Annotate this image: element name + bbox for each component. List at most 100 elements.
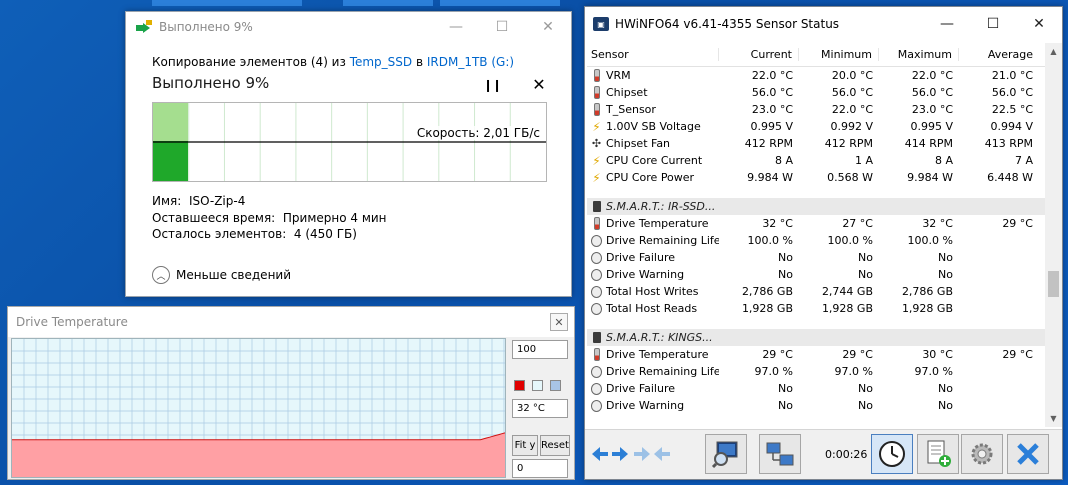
voltage-bolt-icon: ⚡ (592, 154, 601, 167)
table-row[interactable]: Drive Failure No No No (587, 380, 1047, 397)
sensor-current-value: 97.0 % (754, 365, 793, 378)
sensor-current-value: 22.0 °C (751, 69, 793, 82)
hwinfo-titlebar[interactable]: ▣ HWiNFO64 v6.41-4355 Sensor Status — ☐ … (585, 7, 1062, 41)
scroll-down-icon[interactable]: ▼ (1045, 410, 1062, 427)
table-row[interactable]: Drive Temperature 29 °C 29 °C 30 °C 29 °C (587, 346, 1047, 363)
graph-max-value[interactable]: 100 (512, 340, 568, 359)
sensor-min-value: No (858, 382, 873, 395)
table-row[interactable]: Drive Failure No No No (587, 249, 1047, 266)
sensor-current-value: No (778, 268, 793, 281)
sensor-name: Total Host Reads (606, 302, 698, 315)
sensor-scrollbar[interactable]: ▲ ▼ (1045, 43, 1062, 427)
copy-dialog-titlebar[interactable]: Выполнено 9% — ☐ ✕ (126, 12, 571, 42)
less-details-toggle[interactable]: ︿ Меньше сведений (152, 266, 291, 284)
pause-button[interactable]: ❙❙ (482, 76, 502, 94)
background-color-swatch[interactable] (532, 380, 543, 391)
sensor-avg-value: 6.448 W (987, 171, 1033, 184)
table-row[interactable]: ✣ Chipset Fan 412 RPM 412 RPM 414 RPM 413 RPM (587, 135, 1047, 152)
taskbar-button[interactable] (343, 0, 433, 6)
source-link[interactable]: Temp_SSD (350, 55, 412, 69)
fit-y-button[interactable]: Fit y (512, 435, 538, 456)
table-row[interactable]: Drive Remaining Life 97.0 % 97.0 % 97.0 % (587, 363, 1047, 380)
sensor-min-value: 100.0 % (827, 234, 873, 247)
temp-window-titlebar[interactable]: Drive Temperature ✕ (8, 307, 574, 337)
table-row[interactable]: VRM 22.0 °C 20.0 °C 22.0 °C 21.0 °C (587, 67, 1047, 84)
temp-close-button[interactable]: ✕ (550, 313, 568, 331)
line-color-swatch[interactable] (514, 380, 525, 391)
status-circle-icon (591, 251, 602, 264)
table-row[interactable]: ⚡ 1.00V SB Voltage 0.995 V 0.992 V 0.995 V 0.… (587, 118, 1047, 135)
reset-button[interactable]: Reset (540, 435, 570, 456)
column-header-maximum[interactable]: Maximum (879, 48, 959, 61)
graph-min-value[interactable]: 0 (512, 459, 568, 478)
sensor-name-cell: Drive Failure (587, 382, 719, 395)
sensor-name-cell: Chipset (587, 86, 719, 99)
table-row[interactable]: Chipset 56.0 °C 56.0 °C 56.0 °C 56.0 °C (587, 84, 1047, 101)
sensor-group-row[interactable]: S.M.A.R.T.: IR-SSD... (587, 198, 1047, 215)
network-button[interactable] (759, 434, 801, 474)
copy-prefix: Копирование элементов (4) из (152, 55, 350, 69)
taskbar-button[interactable] (152, 0, 302, 6)
less-details-label: Меньше сведений (176, 268, 292, 282)
grid-color-swatch[interactable] (550, 380, 561, 391)
destination-link[interactable]: IRDM_1TB (G:) (427, 55, 514, 69)
sensor-max-value: No (938, 251, 953, 264)
settings-button[interactable] (961, 434, 1003, 474)
thermometer-icon (591, 348, 602, 361)
graph-current-value: 32 °C (512, 399, 568, 418)
hwinfo-toolbar: 0:00:26 (585, 429, 1062, 479)
status-circle-icon (591, 268, 602, 281)
sensor-name: S.M.A.R.T.: IR-SSD... (606, 200, 716, 213)
sensor-group-row[interactable]: S.M.A.R.T.: KINGS... (587, 329, 1047, 346)
status-circle-icon (591, 302, 602, 315)
collapse-button[interactable] (589, 434, 631, 474)
table-row[interactable]: Drive Warning No No No (587, 266, 1047, 283)
sensor-min-value: 0.992 V (830, 120, 873, 133)
voltage-bolt-icon: ⚡ (592, 171, 601, 184)
sensor-name-cell: S.M.A.R.T.: IR-SSD... (587, 200, 719, 213)
sensor-min-value: No (858, 251, 873, 264)
sensor-max-value: 9.984 W (907, 171, 953, 184)
magnifier-monitor-icon (711, 441, 738, 469)
copy-details: Имя: ISO-Zip-4 Оставшееся время: Примерн… (152, 193, 387, 243)
table-row[interactable]: ⚡ CPU Core Power 9.984 W 0.568 W 9.984 W 6.44… (587, 169, 1047, 186)
report-button[interactable] (917, 434, 959, 474)
close-button[interactable]: ✕ (1016, 7, 1062, 41)
scroll-thumb[interactable] (1048, 271, 1059, 297)
minimize-button[interactable]: — (924, 7, 970, 41)
maximize-button[interactable]: ☐ (970, 7, 1016, 41)
close-sensors-button[interactable] (1007, 434, 1049, 474)
table-row[interactable]: Drive Temperature 32 °C 27 °C 32 °C 29 °C (587, 215, 1047, 232)
sensor-min-value: 2,744 GB (821, 285, 873, 298)
close-icon: ✕ (542, 19, 554, 35)
column-header-minimum[interactable]: Minimum (799, 48, 879, 61)
maximize-button[interactable]: ☐ (479, 12, 525, 42)
taskbar-button[interactable] (440, 0, 560, 6)
close-button[interactable]: ✕ (525, 12, 571, 42)
main-window-button[interactable] (705, 434, 747, 474)
sensor-current-value: 1,928 GB (741, 302, 793, 315)
minimize-button[interactable]: — (433, 12, 479, 42)
copy-app-icon (136, 20, 152, 33)
close-icon: ✕ (1033, 16, 1045, 32)
sensor-name-cell: S.M.A.R.T.: KINGS... (587, 331, 719, 344)
table-row[interactable]: Total Host Reads 1,928 GB 1,928 GB 1,928 GB (587, 300, 1047, 317)
hwinfo-sensor-window: ▣ HWiNFO64 v6.41-4355 Sensor Status — ☐ … (584, 6, 1063, 480)
cancel-copy-button[interactable]: ✕ (529, 74, 549, 94)
table-row[interactable]: Drive Warning No No No (587, 397, 1047, 414)
expand-button[interactable] (631, 434, 673, 474)
table-row[interactable]: Drive Remaining Life 100.0 % 100.0 % 100.0 … (587, 232, 1047, 249)
column-header-sensor[interactable]: Sensor (587, 48, 719, 61)
table-row[interactable]: ⚡ CPU Core Current 8 A 1 A 8 A 7 A (587, 152, 1047, 169)
sensor-name-cell: Total Host Writes (587, 285, 719, 298)
collapse-arrows-icon (592, 447, 628, 461)
column-header-current[interactable]: Current (719, 48, 799, 61)
sensor-current-value: No (778, 251, 793, 264)
detail-time-row: Оставшееся время: Примерно 4 мин (152, 210, 387, 227)
sensor-max-value: 30 °C (922, 348, 953, 361)
table-row[interactable]: T_Sensor 23.0 °C 22.0 °C 23.0 °C 22.5 °C (587, 101, 1047, 118)
column-header-average[interactable]: Average (959, 48, 1039, 61)
scroll-up-icon[interactable]: ▲ (1045, 43, 1062, 60)
timer-button[interactable] (871, 434, 913, 474)
table-row[interactable]: Total Host Writes 2,786 GB 2,744 GB 2,786 G… (587, 283, 1047, 300)
